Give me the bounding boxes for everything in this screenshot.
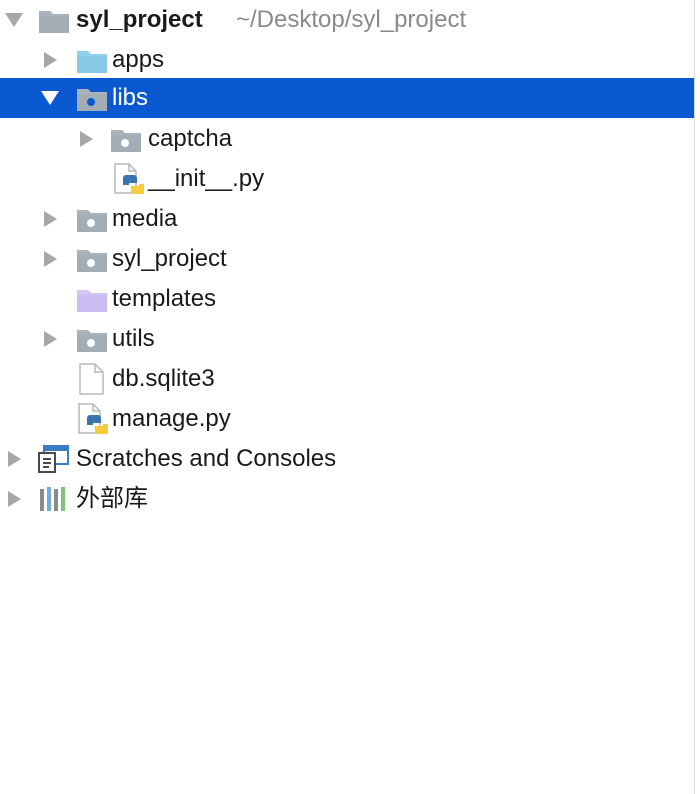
file-icon: [78, 363, 110, 395]
project-path: ~/Desktop/syl_project: [236, 6, 467, 33]
tree-label-manage-py: manage.py: [112, 405, 231, 432]
folder-icon: [76, 247, 108, 273]
tree-row-external-libraries[interactable]: 外部库: [0, 479, 694, 519]
tree-label-apps: apps: [112, 46, 165, 73]
tree-row-scratches[interactable]: Scratches and Consoles: [0, 439, 694, 479]
expand-arrow-right-icon[interactable]: [38, 319, 62, 359]
tree-row-captcha[interactable]: captcha: [0, 119, 694, 159]
expand-arrow-right-icon[interactable]: [38, 239, 62, 279]
expand-arrow-right-icon[interactable]: [74, 119, 98, 159]
tree-label-captcha: captcha: [148, 125, 233, 152]
tree-row-apps[interactable]: apps: [0, 40, 694, 80]
panel-divider: [694, 0, 695, 794]
folder-icon: [76, 48, 108, 74]
folder-icon: [76, 86, 108, 112]
tree-label-external-libraries: 外部库: [76, 485, 148, 512]
scratches-icon: [38, 445, 70, 473]
project-name: syl_project: [76, 6, 203, 33]
tree-label-init-py: __init__.py: [148, 165, 265, 192]
folder-icon: [38, 8, 70, 34]
tree-row-templates[interactable]: templates: [0, 279, 694, 319]
expand-arrow-right-icon[interactable]: [38, 199, 62, 239]
tree-row-init-py[interactable]: __init__.py: [0, 159, 694, 199]
library-icon: [38, 485, 70, 513]
tree-row-db-sqlite3[interactable]: db.sqlite3: [0, 359, 694, 399]
tree-label-libs: libs: [112, 84, 149, 111]
tree-label-templates: templates: [112, 285, 217, 312]
tree-label-media: media: [112, 205, 178, 232]
expand-arrow-right-icon[interactable]: [2, 439, 26, 479]
folder-icon: [76, 287, 108, 313]
python-file-icon: [112, 163, 144, 195]
tree-row-project-root[interactable]: syl_project ~/Desktop/syl_project: [0, 0, 694, 40]
tree-label-scratches: Scratches and Consoles: [76, 445, 337, 472]
tree-row-media[interactable]: media: [0, 199, 694, 239]
tree-label-utils: utils: [112, 325, 155, 352]
expand-arrow-right-icon[interactable]: [38, 40, 62, 80]
expand-arrow-right-icon[interactable]: [2, 479, 26, 519]
folder-icon: [110, 127, 142, 153]
folder-icon: [76, 207, 108, 233]
expand-arrow-down-icon[interactable]: [38, 78, 62, 118]
project-tree: syl_project ~/Desktop/syl_project apps l…: [0, 0, 694, 794]
tree-row-utils[interactable]: utils: [0, 319, 694, 359]
tree-label-syl-project: syl_project: [112, 245, 227, 272]
folder-icon: [76, 327, 108, 353]
python-file-icon: [76, 403, 108, 435]
tree-label-db-sqlite3: db.sqlite3: [112, 365, 215, 392]
tree-row-libs[interactable]: libs: [0, 78, 694, 118]
tree-row-syl-project[interactable]: syl_project: [0, 239, 694, 279]
tree-row-manage-py[interactable]: manage.py: [0, 399, 694, 439]
expand-arrow-down-icon[interactable]: [2, 0, 26, 40]
